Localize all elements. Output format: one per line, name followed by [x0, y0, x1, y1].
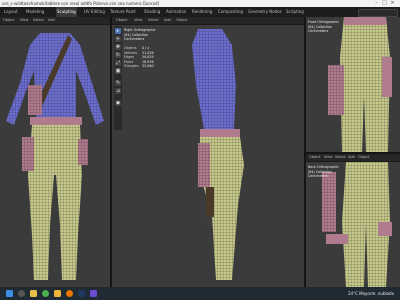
cursor-icon: ▸ — [116, 28, 120, 34]
tab-geometry-nodes[interactable]: Geometry Nodes — [248, 7, 282, 17]
scale-icon: ⤢ — [115, 60, 120, 66]
taskbar: 24°C Mayorm. nublado — [0, 287, 400, 300]
window-titlebar: ure_s-wildtaechamok/tablere con resol ad… — [0, 0, 400, 7]
left-viewport-header: Object View Select Add — [0, 17, 110, 25]
tab-modeling[interactable]: Modeling — [26, 7, 44, 17]
tab-sculpting[interactable]: Sculpting — [56, 7, 77, 17]
folder-icon[interactable] — [54, 290, 61, 297]
measure-tool[interactable]: ⊿ — [115, 88, 121, 94]
workspace-tabs: Layout Modeling Sculpting UV Editing Tex… — [0, 7, 400, 17]
window-controls: – □ × — [374, 0, 398, 7]
menu-object-2[interactable]: Object — [358, 154, 369, 161]
character-back-mesh-detail — [322, 162, 392, 287]
tab-uv-editing[interactable]: UV Editing — [84, 7, 105, 17]
app-icon[interactable] — [90, 290, 97, 297]
tab-scripting[interactable]: Scripting — [286, 7, 304, 17]
viewport-info: Front Orthographic (84) Collection Centi… — [308, 20, 339, 34]
tool-shelf: ▸ + ✥ ↻ ⤢ ▣ ✎ ⊿ ◆ — [114, 26, 122, 130]
tab-shading[interactable]: Shading — [144, 7, 160, 17]
menu-view[interactable]: View — [324, 154, 332, 161]
menu-object-2[interactable]: Object — [176, 17, 187, 24]
menu-add[interactable]: Add — [48, 17, 55, 24]
unit-label: Centimeters — [308, 174, 329, 179]
menu-view[interactable]: View — [134, 17, 142, 24]
right-bottom-viewport[interactable]: Back Orthographic (84) Collection Centim… — [306, 162, 400, 287]
search-icon[interactable] — [18, 290, 25, 297]
tab-rendering[interactable]: Rendering — [192, 7, 212, 17]
maximize-icon[interactable]: □ — [382, 1, 387, 6]
view-name: Back Orthographic — [308, 165, 339, 169]
cursor-tool[interactable]: + — [115, 36, 121, 42]
windows-icon[interactable] — [6, 290, 13, 297]
character-front-mesh — [6, 33, 104, 280]
tab-animation[interactable]: Animation — [166, 7, 186, 17]
rotate-icon: ↻ — [115, 52, 121, 58]
menu-object[interactable]: Object — [116, 17, 127, 24]
close-icon[interactable]: × — [390, 1, 395, 6]
viewport-info: Right Orthographic (84) Collection Centi… — [124, 28, 155, 42]
menu-select[interactable]: Select — [335, 154, 346, 161]
menu-select[interactable]: Select — [148, 17, 159, 24]
tab-texture-paint[interactable]: Texture Paint — [110, 7, 136, 17]
menu-view[interactable]: View — [20, 17, 28, 24]
annotate-tool[interactable]: ✎ — [115, 80, 121, 86]
transform-icon: ▣ — [115, 68, 121, 74]
file-explorer-icon[interactable] — [30, 290, 37, 297]
character-front-mesh-detail — [328, 17, 392, 152]
cube-icon: ◆ — [116, 100, 120, 106]
unit-label: Centimeters — [124, 37, 145, 42]
menu-object[interactable]: Object — [3, 17, 14, 24]
stat-row: Triangles 33,060 — [124, 64, 154, 69]
move-tool[interactable]: ✥ — [115, 44, 121, 50]
chrome-icon[interactable] — [42, 290, 49, 297]
add-cube-tool[interactable]: ◆ — [115, 100, 121, 106]
tab-compositing[interactable]: Compositing — [218, 7, 243, 17]
weather-widget[interactable]: 24°C Mayorm. nublado — [348, 287, 394, 300]
menu-object[interactable]: Object — [309, 154, 320, 161]
scale-tool[interactable]: ⤢ — [115, 60, 121, 66]
scene-selector[interactable] — [358, 9, 398, 17]
left-viewport[interactable] — [0, 25, 110, 287]
move-icon: ✥ — [115, 44, 121, 50]
photoshop-icon[interactable] — [78, 290, 85, 297]
view-name: Right Orthographic — [124, 28, 156, 32]
viewport-info: Back Orthographic (84) Collection Centim… — [308, 165, 339, 179]
right-top-viewport[interactable]: Front Orthographic (84) Collection Centi… — [306, 17, 400, 152]
transform-tool[interactable]: ▣ — [115, 68, 121, 74]
pencil-icon: ✎ — [115, 80, 121, 86]
menu-add[interactable]: Add — [348, 154, 355, 161]
center-viewport-header: Object View Select Add Object — [112, 17, 304, 25]
select-tool[interactable]: ▸ — [115, 28, 121, 34]
minimize-icon[interactable]: – — [374, 1, 379, 6]
tab-layout[interactable]: Layout — [4, 7, 18, 17]
rotate-tool[interactable]: ↻ — [115, 52, 121, 58]
view-name: Front Orthographic — [308, 20, 340, 24]
unit-label: Centimeters — [308, 29, 329, 34]
crosshair-icon: + — [115, 36, 121, 42]
window-title: ure_s-wildtaechamok/tablere con resol ad… — [2, 1, 160, 6]
scene-statistics: Objects 0 / 4 Vertices 31,026 Edges 30,629 … — [124, 46, 164, 69]
menu-add[interactable]: Add — [164, 17, 171, 24]
right-bottom-viewport-header: Object View Select Add Object — [306, 154, 400, 162]
blender-icon[interactable] — [66, 290, 73, 297]
ruler-icon: ⊿ — [115, 88, 121, 94]
menu-select[interactable]: Select — [33, 17, 44, 24]
